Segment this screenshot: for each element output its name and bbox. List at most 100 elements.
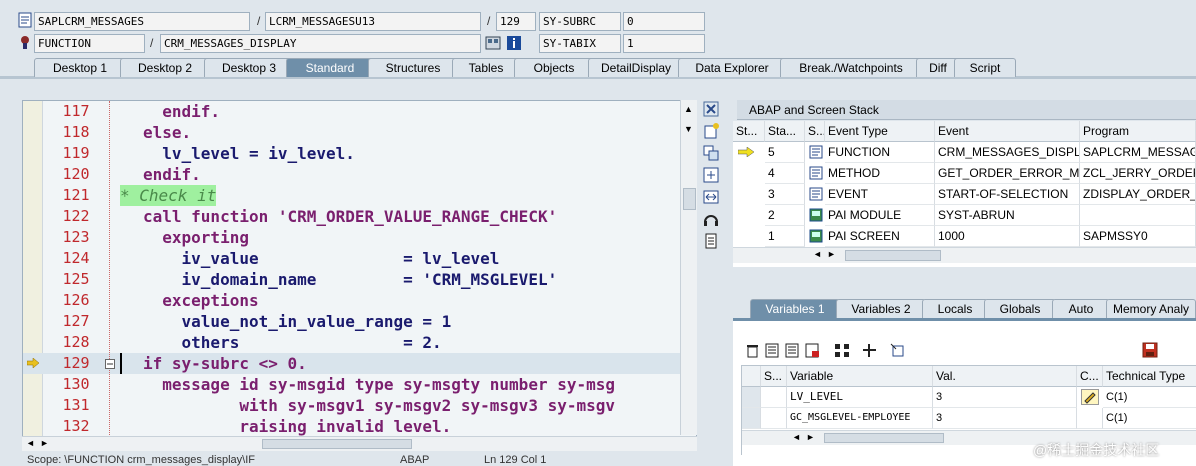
delete-icon[interactable] [745,343,760,358]
tab-locals[interactable]: Locals [922,299,988,318]
stack-program[interactable]: SAPMSSY0 [1080,226,1196,247]
scroll-up-icon[interactable]: ▲ [684,104,693,114]
code-editor[interactable]: 117 118 119 120 121 122 123 124 125 126 … [22,100,697,438]
tab-script[interactable]: Script [954,58,1016,77]
variable-name[interactable]: LV_LEVEL [787,387,933,408]
var1-value-field[interactable]: 0 [623,12,705,31]
var2-name-field[interactable]: SY-TABIX [539,34,621,53]
scroll-right-icon[interactable]: ► [827,249,836,259]
scroll-right-icon[interactable]: ► [806,432,815,442]
variable-value[interactable]: 3 [933,408,1077,429]
tab-standard[interactable]: Standard [286,58,374,77]
variable-name[interactable]: GC_MSGLEVEL-EMPLOYEE [787,408,933,429]
stack-level[interactable]: 1 [765,226,805,247]
scroll-thumb[interactable] [845,250,941,261]
var1-name-field[interactable]: SY-SUBRC [539,12,621,31]
editor-vertical-scrollbar[interactable]: ▲ ▼ [680,100,697,435]
maximize-icon[interactable] [702,166,720,184]
save-variables-icon[interactable] [765,343,780,358]
tab-data-explorer[interactable]: Data Explorer [678,58,786,77]
column-header[interactable]: Program [1080,121,1196,142]
row-selector[interactable] [742,408,761,429]
edit-pencil-icon[interactable] [1081,389,1099,405]
stack-event-type[interactable]: EVENT [825,184,935,205]
tab-variables-1[interactable]: Variables 1 [750,299,840,318]
scroll-right-icon[interactable]: ► [40,438,49,448]
column-header[interactable]: Val. [933,366,1077,387]
display-object-icon[interactable] [485,35,501,51]
stack-program[interactable]: ZDISPLAY_ORDER_L... [1080,184,1196,205]
stack-event[interactable]: START-OF-SELECTION [935,184,1080,205]
stack-event[interactable]: SYST-ABRUN [935,205,1080,226]
stack-level[interactable]: 2 [765,205,805,226]
breakpoint-gutter[interactable] [23,101,43,437]
tab-desktop-2[interactable]: Desktop 2 [120,58,210,77]
column-header[interactable]: Variable [787,366,933,387]
stack-event[interactable]: CRM_MESSAGES_DISPLA... [935,142,1080,163]
tab-tables[interactable]: Tables [452,58,520,77]
tab-objects[interactable]: Objects [514,58,594,77]
stack-event[interactable]: 1000 [935,226,1080,247]
row-selector[interactable] [742,387,761,408]
resize-icon[interactable] [702,188,720,206]
include-field[interactable]: LCRM_MESSAGESU13 [265,12,481,31]
headset-icon[interactable] [702,210,720,228]
tab-desktop-3[interactable]: Desktop 3 [204,58,294,77]
var2-value-field[interactable]: 1 [623,34,705,53]
variable-type[interactable]: C(1) [1103,408,1196,429]
info-icon[interactable] [506,35,522,51]
select-icon[interactable] [890,343,905,358]
stack-horizontal-scrollbar[interactable]: ◄ ► [733,247,1196,263]
tab-auto[interactable]: Auto [1052,299,1110,318]
name-field[interactable]: CRM_MESSAGES_DISPLAY [160,34,481,53]
variable-value[interactable]: 3 [933,387,1077,408]
column-header[interactable]: St... [733,121,765,142]
variable-type[interactable]: C(1) [1103,387,1196,408]
stack-event-type[interactable]: PAI MODULE [825,205,935,226]
line-field[interactable]: 129 [496,12,536,31]
scroll-thumb[interactable] [262,439,412,449]
new-tool-icon[interactable] [702,122,720,140]
editor-horizontal-scrollbar[interactable]: ◄ ► [22,436,697,451]
stack-program[interactable]: SAPLCRM_MESSAGES [1080,142,1196,163]
program-field[interactable]: SAPLCRM_MESSAGES [34,12,250,31]
stack-program[interactable] [1080,205,1196,226]
stack-event-type[interactable]: FUNCTION [825,142,935,163]
navigate-icon[interactable] [862,343,877,358]
tab-detaildisplay[interactable]: DetailDisplay [588,58,684,77]
swap-tool-icon[interactable] [702,144,720,162]
tab-structures[interactable]: Structures [368,58,458,77]
column-header[interactable]: S... [805,121,825,142]
stack-level[interactable]: 3 [765,184,805,205]
stack-level[interactable]: 5 [765,142,805,163]
column-header[interactable]: C... [1077,366,1103,387]
tab-desktop-1[interactable]: Desktop 1 [34,58,126,77]
type-field[interactable]: FUNCTION [34,34,145,53]
scroll-thumb[interactable] [683,188,696,210]
close-icon[interactable] [702,100,720,118]
load-variables-icon[interactable] [785,343,800,358]
scroll-thumb[interactable] [824,433,944,443]
stack-program[interactable]: ZCL_JERRY_ORDER_... [1080,163,1196,184]
stack-event-type[interactable]: PAI SCREEN [825,226,935,247]
stack-event[interactable]: GET_ORDER_ERROR_ME... [935,163,1080,184]
scroll-left-icon[interactable]: ◄ [26,438,35,448]
column-header[interactable]: Technical Type [1103,366,1196,387]
stack-level[interactable]: 4 [765,163,805,184]
tab-variables-2[interactable]: Variables 2 [836,299,926,318]
save-icon[interactable] [1142,342,1158,358]
tab-memory-analysis[interactable]: Memory Analy [1106,299,1196,318]
column-header[interactable]: Sta... [765,121,805,142]
column-header[interactable]: Event Type [825,121,935,142]
scroll-left-icon[interactable]: ◄ [792,432,801,442]
column-header[interactable]: Event [935,121,1080,142]
settings-icon[interactable] [702,232,720,250]
tab-break-watchpoints[interactable]: Break./Watchpoints [780,58,922,77]
tab-globals[interactable]: Globals [984,299,1056,318]
scroll-left-icon[interactable]: ◄ [813,249,822,259]
column-header[interactable]: S... [761,366,787,387]
stack-event-type[interactable]: METHOD [825,163,935,184]
delete-all-icon[interactable] [805,343,820,358]
structure-icon[interactable] [834,343,852,358]
scroll-down-icon[interactable]: ▼ [684,124,693,134]
